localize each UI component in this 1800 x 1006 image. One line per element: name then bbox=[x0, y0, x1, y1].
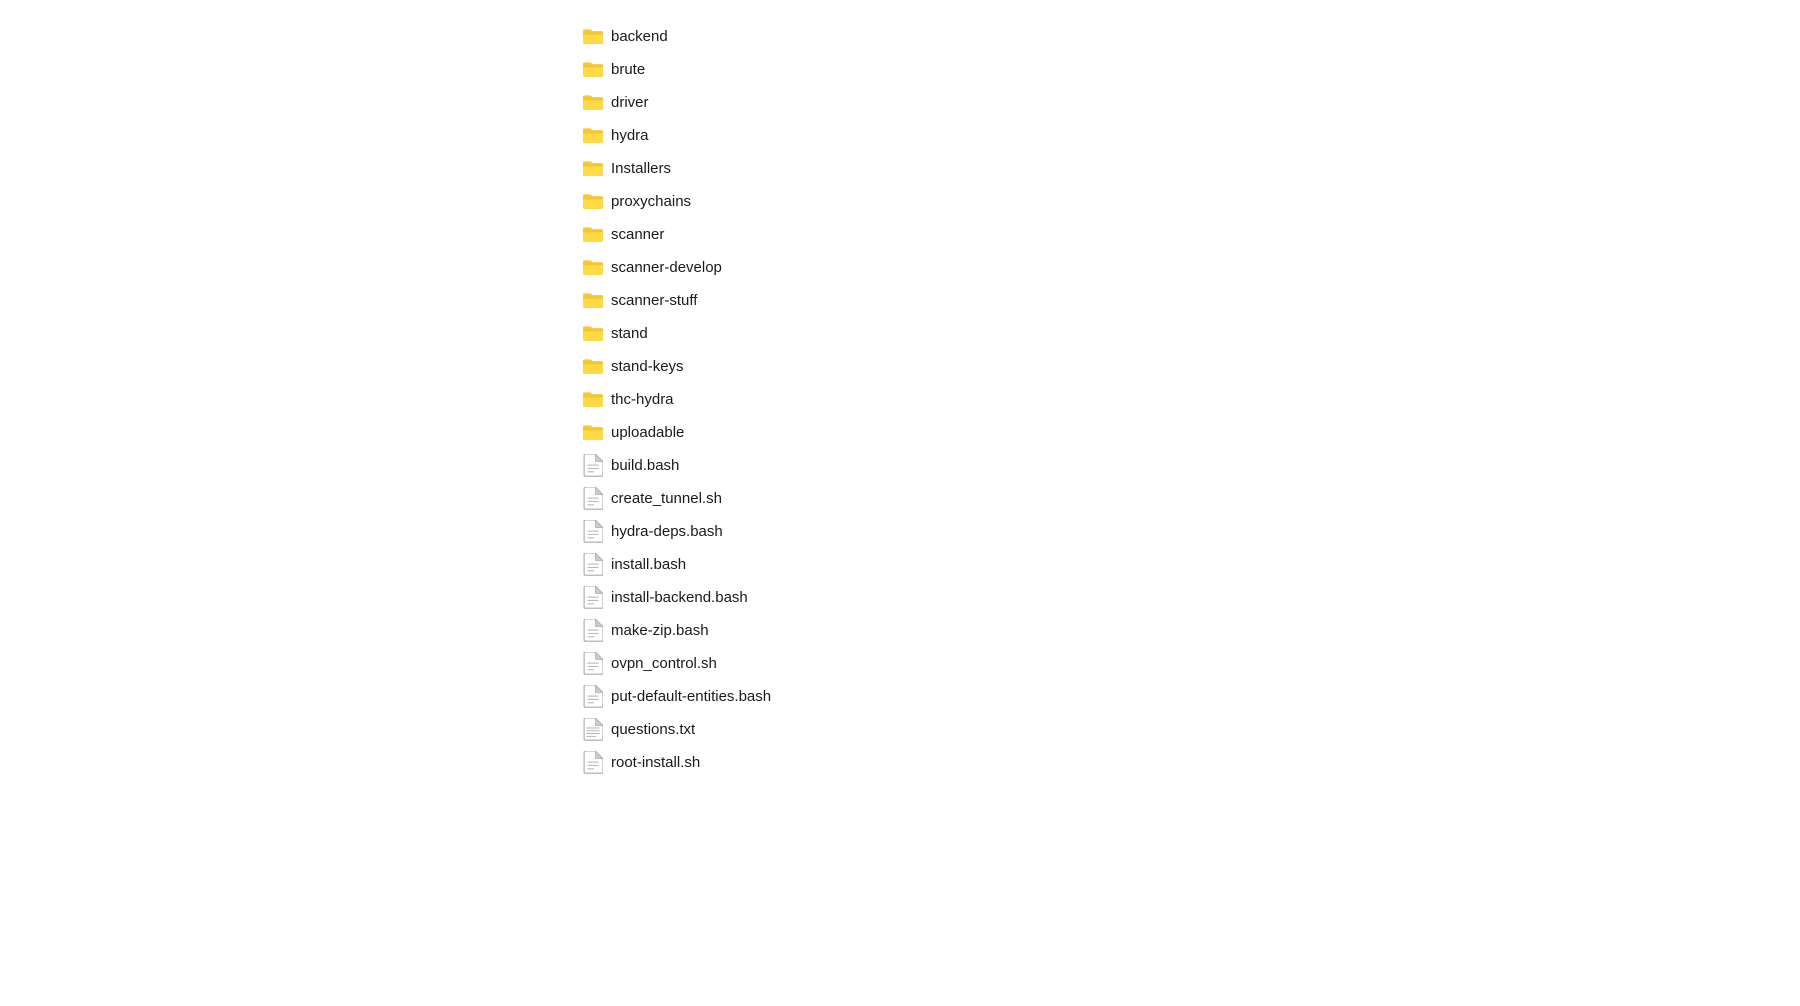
item-name: stand bbox=[611, 325, 648, 342]
folder-icon bbox=[583, 423, 603, 443]
item-name: ovpn_control.sh bbox=[611, 655, 717, 672]
item-name: hydra bbox=[611, 127, 649, 144]
list-item[interactable]: driver bbox=[575, 86, 1800, 119]
folder-icon bbox=[583, 192, 603, 212]
list-item[interactable]: questions.txt bbox=[575, 713, 1800, 746]
list-item[interactable]: ovpn_control.sh bbox=[575, 647, 1800, 680]
item-name: scanner-stuff bbox=[611, 292, 697, 309]
list-item[interactable]: Installers bbox=[575, 152, 1800, 185]
file-icon bbox=[583, 456, 603, 476]
file-icon bbox=[583, 588, 603, 608]
file-icon bbox=[583, 522, 603, 542]
list-item[interactable]: create_tunnel.sh bbox=[575, 482, 1800, 515]
folder-icon bbox=[583, 225, 603, 245]
list-item[interactable]: put-default-entities.bash bbox=[575, 680, 1800, 713]
list-item[interactable]: scanner-develop bbox=[575, 251, 1800, 284]
list-item[interactable]: brute bbox=[575, 53, 1800, 86]
folder-icon bbox=[583, 291, 603, 311]
item-name: hydra-deps.bash bbox=[611, 523, 723, 540]
item-name: stand-keys bbox=[611, 358, 684, 375]
list-item[interactable]: backend bbox=[575, 20, 1800, 53]
item-name: install-backend.bash bbox=[611, 589, 748, 606]
list-item[interactable]: hydra-deps.bash bbox=[575, 515, 1800, 548]
folder-icon bbox=[583, 159, 603, 179]
item-name: build.bash bbox=[611, 457, 679, 474]
item-name: scanner bbox=[611, 226, 664, 243]
item-name: driver bbox=[611, 94, 649, 111]
item-name: scanner-develop bbox=[611, 259, 722, 276]
folder-icon bbox=[583, 390, 603, 410]
file-list: backend brute driver hydra Installers pr… bbox=[0, 0, 1800, 799]
list-item[interactable]: scanner bbox=[575, 218, 1800, 251]
file-icon bbox=[583, 555, 603, 575]
folder-icon bbox=[583, 126, 603, 146]
file-icon bbox=[583, 621, 603, 641]
file-icon bbox=[583, 489, 603, 509]
item-name: questions.txt bbox=[611, 721, 695, 738]
list-item[interactable]: install-backend.bash bbox=[575, 581, 1800, 614]
list-item[interactable]: scanner-stuff bbox=[575, 284, 1800, 317]
list-item[interactable]: stand-keys bbox=[575, 350, 1800, 383]
item-name: install.bash bbox=[611, 556, 686, 573]
list-item[interactable]: root-install.sh bbox=[575, 746, 1800, 779]
file-text-icon bbox=[583, 720, 603, 740]
item-name: create_tunnel.sh bbox=[611, 490, 722, 507]
item-name: make-zip.bash bbox=[611, 622, 709, 639]
item-name: put-default-entities.bash bbox=[611, 688, 771, 705]
file-icon bbox=[583, 753, 603, 773]
file-icon bbox=[583, 687, 603, 707]
item-name: brute bbox=[611, 61, 645, 78]
item-name: root-install.sh bbox=[611, 754, 700, 771]
folder-icon bbox=[583, 324, 603, 344]
item-name: backend bbox=[611, 28, 668, 45]
folder-icon bbox=[583, 357, 603, 377]
folder-icon bbox=[583, 258, 603, 278]
list-item[interactable]: stand bbox=[575, 317, 1800, 350]
folder-icon bbox=[583, 60, 603, 80]
list-item[interactable]: uploadable bbox=[575, 416, 1800, 449]
list-item[interactable]: thc-hydra bbox=[575, 383, 1800, 416]
folder-icon bbox=[583, 93, 603, 113]
item-name: thc-hydra bbox=[611, 391, 674, 408]
list-item[interactable]: proxychains bbox=[575, 185, 1800, 218]
list-item[interactable]: build.bash bbox=[575, 449, 1800, 482]
list-item[interactable]: install.bash bbox=[575, 548, 1800, 581]
item-name: proxychains bbox=[611, 193, 691, 210]
list-item[interactable]: hydra bbox=[575, 119, 1800, 152]
folder-icon bbox=[583, 27, 603, 47]
item-name: Installers bbox=[611, 160, 671, 177]
list-item[interactable]: make-zip.bash bbox=[575, 614, 1800, 647]
file-icon bbox=[583, 654, 603, 674]
item-name: uploadable bbox=[611, 424, 684, 441]
